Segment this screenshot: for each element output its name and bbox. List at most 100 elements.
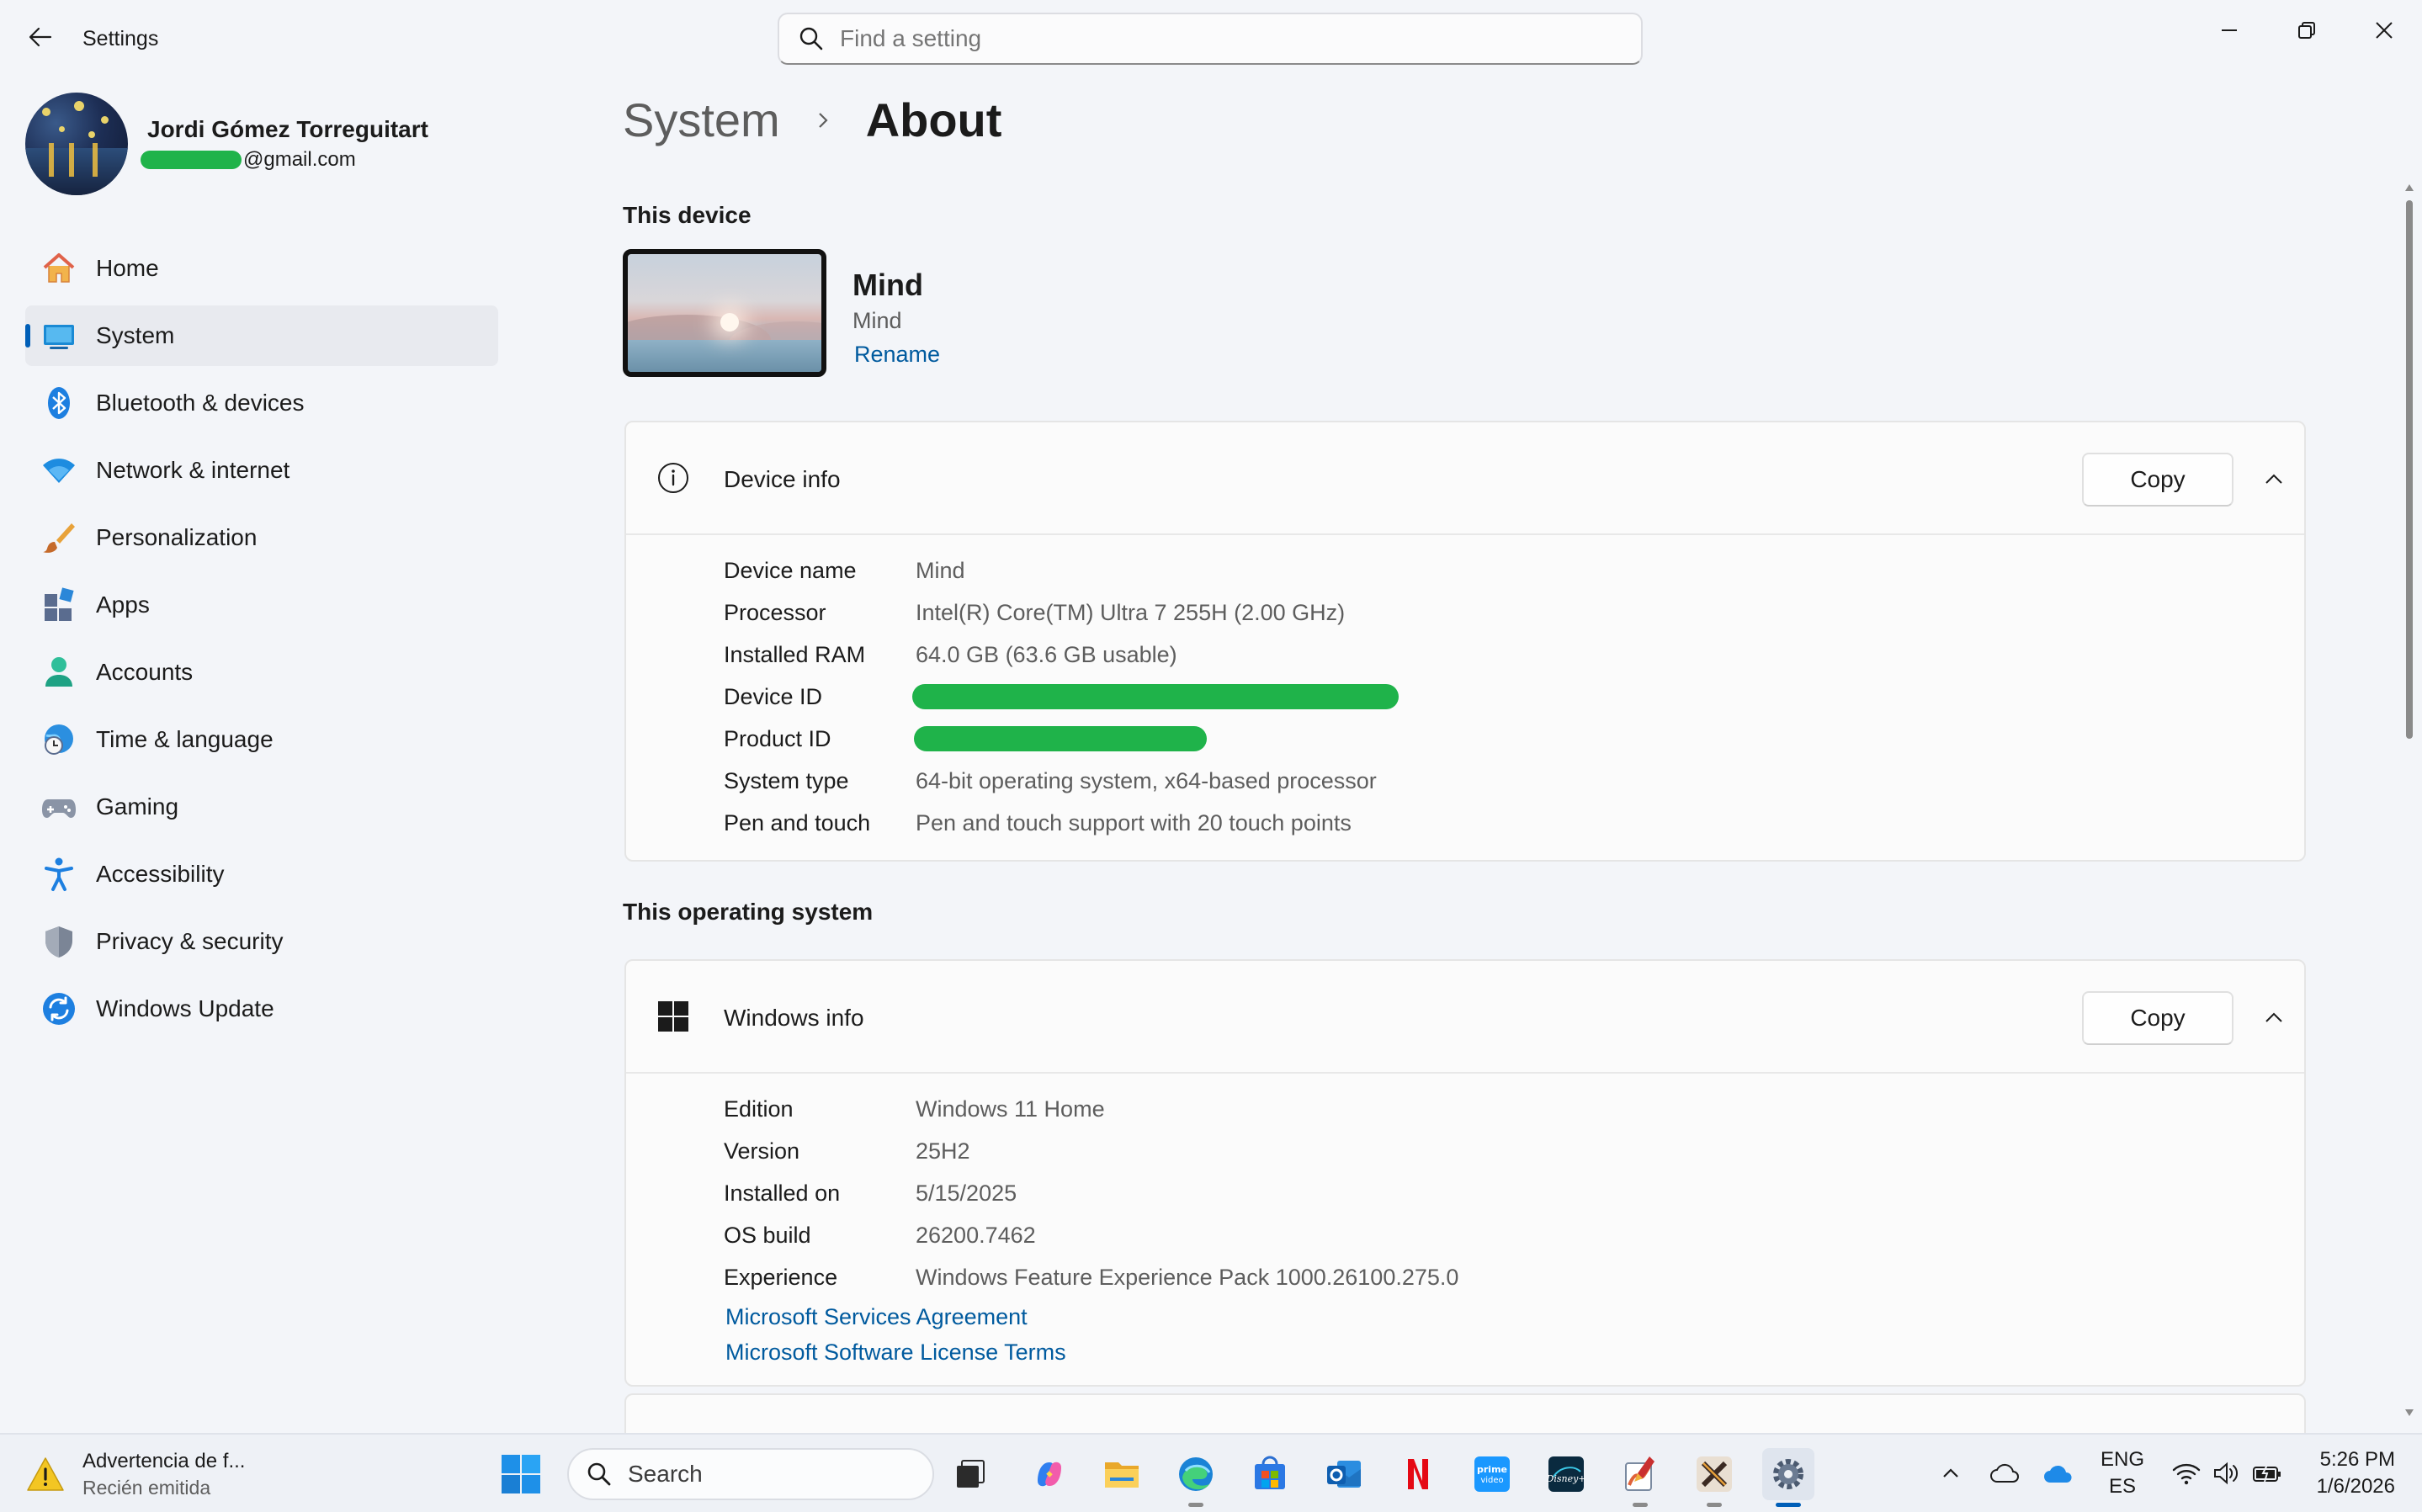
edge-icon[interactable] <box>1170 1448 1222 1507</box>
device-name-heading: Mind <box>852 268 923 302</box>
collapse-device-info-button[interactable] <box>2257 463 2291 496</box>
spec-row-system-type: System type 64-bit operating system, x64… <box>724 760 1399 802</box>
settings-search-input[interactable] <box>840 25 1597 52</box>
sidebar-item-gaming[interactable]: Gaming <box>25 777 498 837</box>
spec-value: Windows Feature Experience Pack 1000.261… <box>916 1264 1459 1290</box>
spec-label: Device ID <box>724 683 823 709</box>
rename-link[interactable]: Rename <box>854 342 940 368</box>
spec-row-experience: Experience Windows Feature Experience Pa… <box>724 1256 1458 1298</box>
notification-widget[interactable]: Advertencia de f... Recién emitida <box>25 1446 278 1502</box>
sidebar-item-network[interactable]: Network & internet <box>25 440 498 501</box>
spec-label: Device name <box>724 557 857 583</box>
disney-plus-icon[interactable]: Disney+ <box>1540 1448 1592 1500</box>
outlook-icon[interactable] <box>1318 1448 1370 1500</box>
volume-icon[interactable] <box>2210 1456 2244 1490</box>
device-id-redaction <box>912 684 1399 709</box>
sidebar-item-label: Accessibility <box>96 861 225 887</box>
wifi-icon <box>40 452 77 489</box>
settings-search-box[interactable] <box>778 13 1643 65</box>
sidebar-item-privacy-security[interactable]: Privacy & security <box>25 911 498 972</box>
services-agreement-link[interactable]: Microsoft Services Agreement <box>725 1304 1028 1330</box>
scroll-up-icon[interactable] <box>2403 182 2415 194</box>
copilot-icon[interactable] <box>1023 1448 1076 1500</box>
taskbar-search[interactable]: Search <box>567 1448 934 1500</box>
sidebar-item-time-language[interactable]: Time & language <box>25 709 498 770</box>
scroll-thumb[interactable] <box>2406 200 2413 739</box>
spec-label: Processor <box>724 599 826 625</box>
running-indicator <box>1707 1503 1722 1507</box>
sidebar-item-system[interactable]: System <box>25 305 498 366</box>
spec-row-device-name: Device name Mind <box>724 549 1399 592</box>
restore-button[interactable] <box>2269 7 2345 54</box>
windows-start-icon <box>502 1455 540 1493</box>
license-terms-link[interactable]: Microsoft Software License Terms <box>725 1340 1066 1366</box>
sidebar-item-label: Network & internet <box>96 457 290 483</box>
netflix-icon[interactable] <box>1392 1448 1444 1500</box>
device-info-header[interactable]: Device info Copy <box>626 422 2304 535</box>
battery-icon[interactable] <box>2250 1456 2284 1490</box>
spec-label: Installed on <box>724 1180 841 1206</box>
sidebar-item-home[interactable]: Home <box>25 238 498 299</box>
copy-windows-info-button[interactable]: Copy <box>2082 991 2233 1045</box>
spec-label: Edition <box>724 1096 794 1122</box>
cloud-outline-icon[interactable] <box>1988 1456 2021 1490</box>
user-profile[interactable]: Jordi Gómez Torreguitart @gmail.com <box>25 93 547 197</box>
sidebar-item-accessibility[interactable]: Accessibility <box>25 844 498 905</box>
sidebar-item-bluetooth[interactable]: Bluetooth & devices <box>25 373 498 433</box>
sidebar-item-windows-update[interactable]: Windows Update <box>25 979 498 1039</box>
windows-logo-icon <box>655 998 692 1035</box>
clock-date: 1/6/2026 <box>2316 1475 2395 1498</box>
clock-time: 5:26 PM <box>2319 1448 2395 1471</box>
spec-row-installed-ram: Installed RAM 64.0 GB (63.6 GB usable) <box>724 634 1399 676</box>
spec-label: OS build <box>724 1222 811 1248</box>
breadcrumb: System About <box>623 93 1001 147</box>
spec-value: Pen and touch support with 20 touch poin… <box>916 809 1352 836</box>
globe-clock-icon <box>40 721 77 758</box>
sidebar-item-label: Personalization <box>96 524 258 550</box>
restore-icon <box>2298 22 2315 39</box>
device-info-card: Device info Copy Device name Mind Proces… <box>624 421 2306 862</box>
wifi-status-icon[interactable] <box>2170 1456 2203 1490</box>
bluetooth-icon <box>40 385 77 422</box>
minimize-button[interactable] <box>2191 7 2267 54</box>
capcut-icon[interactable] <box>1688 1448 1740 1507</box>
back-button[interactable] <box>22 19 59 56</box>
language-indicator[interactable]: ENG ES <box>2101 1446 2144 1500</box>
spec-label: Experience <box>724 1264 838 1290</box>
update-icon <box>40 990 77 1027</box>
collapse-windows-info-button[interactable] <box>2257 1001 2291 1035</box>
active-indicator <box>1776 1503 1801 1507</box>
spec-value: Intel(R) Core(TM) Ultra 7 255H (2.00 GHz… <box>916 599 1346 625</box>
sidebar-item-personalization[interactable]: Personalization <box>25 507 498 568</box>
spec-row-processor: Processor Intel(R) Core(TM) Ultra 7 255H… <box>724 592 1399 634</box>
sidebar-item-apps[interactable]: Apps <box>25 575 498 635</box>
scroll-down-icon[interactable] <box>2403 1407 2415 1419</box>
task-view-icon[interactable] <box>944 1448 996 1500</box>
spec-label: Product ID <box>724 725 831 751</box>
paint-icon[interactable] <box>1614 1448 1666 1507</box>
spec-value: Mind <box>916 557 965 583</box>
breadcrumb-parent[interactable]: System <box>623 93 780 147</box>
close-button[interactable] <box>2346 7 2422 54</box>
start-button[interactable] <box>500 1453 542 1495</box>
windows-info-header[interactable]: Windows info Copy <box>626 961 2304 1074</box>
system-clock[interactable]: 5:26 PM 1/6/2026 <box>2306 1446 2395 1500</box>
sidebar-item-label: Accounts <box>96 659 194 685</box>
file-explorer-icon[interactable] <box>1096 1448 1148 1500</box>
onedrive-icon[interactable] <box>2042 1456 2075 1490</box>
spec-row-edition: Edition Windows 11 Home <box>724 1088 1458 1130</box>
chevron-up-icon[interactable] <box>1934 1456 1968 1490</box>
scrollbar[interactable] <box>2403 182 2414 1419</box>
settings-icon[interactable] <box>1762 1448 1814 1507</box>
sidebar-item-accounts[interactable]: Accounts <box>25 642 498 703</box>
language-primary: ENG <box>2101 1448 2145 1471</box>
device-info-title: Device info <box>724 466 841 492</box>
copy-device-info-button[interactable]: Copy <box>2082 453 2233 507</box>
app-title: Settings <box>82 27 159 50</box>
prime-video-icon[interactable]: prime video <box>1466 1448 1518 1500</box>
spec-row-version: Version 25H2 <box>724 1130 1458 1172</box>
sidebar-item-label: Home <box>96 255 159 281</box>
taskbar: Advertencia de f... Recién emitida Searc… <box>0 1433 2422 1512</box>
store-icon[interactable] <box>1244 1448 1296 1500</box>
product-id-redaction <box>914 726 1207 751</box>
